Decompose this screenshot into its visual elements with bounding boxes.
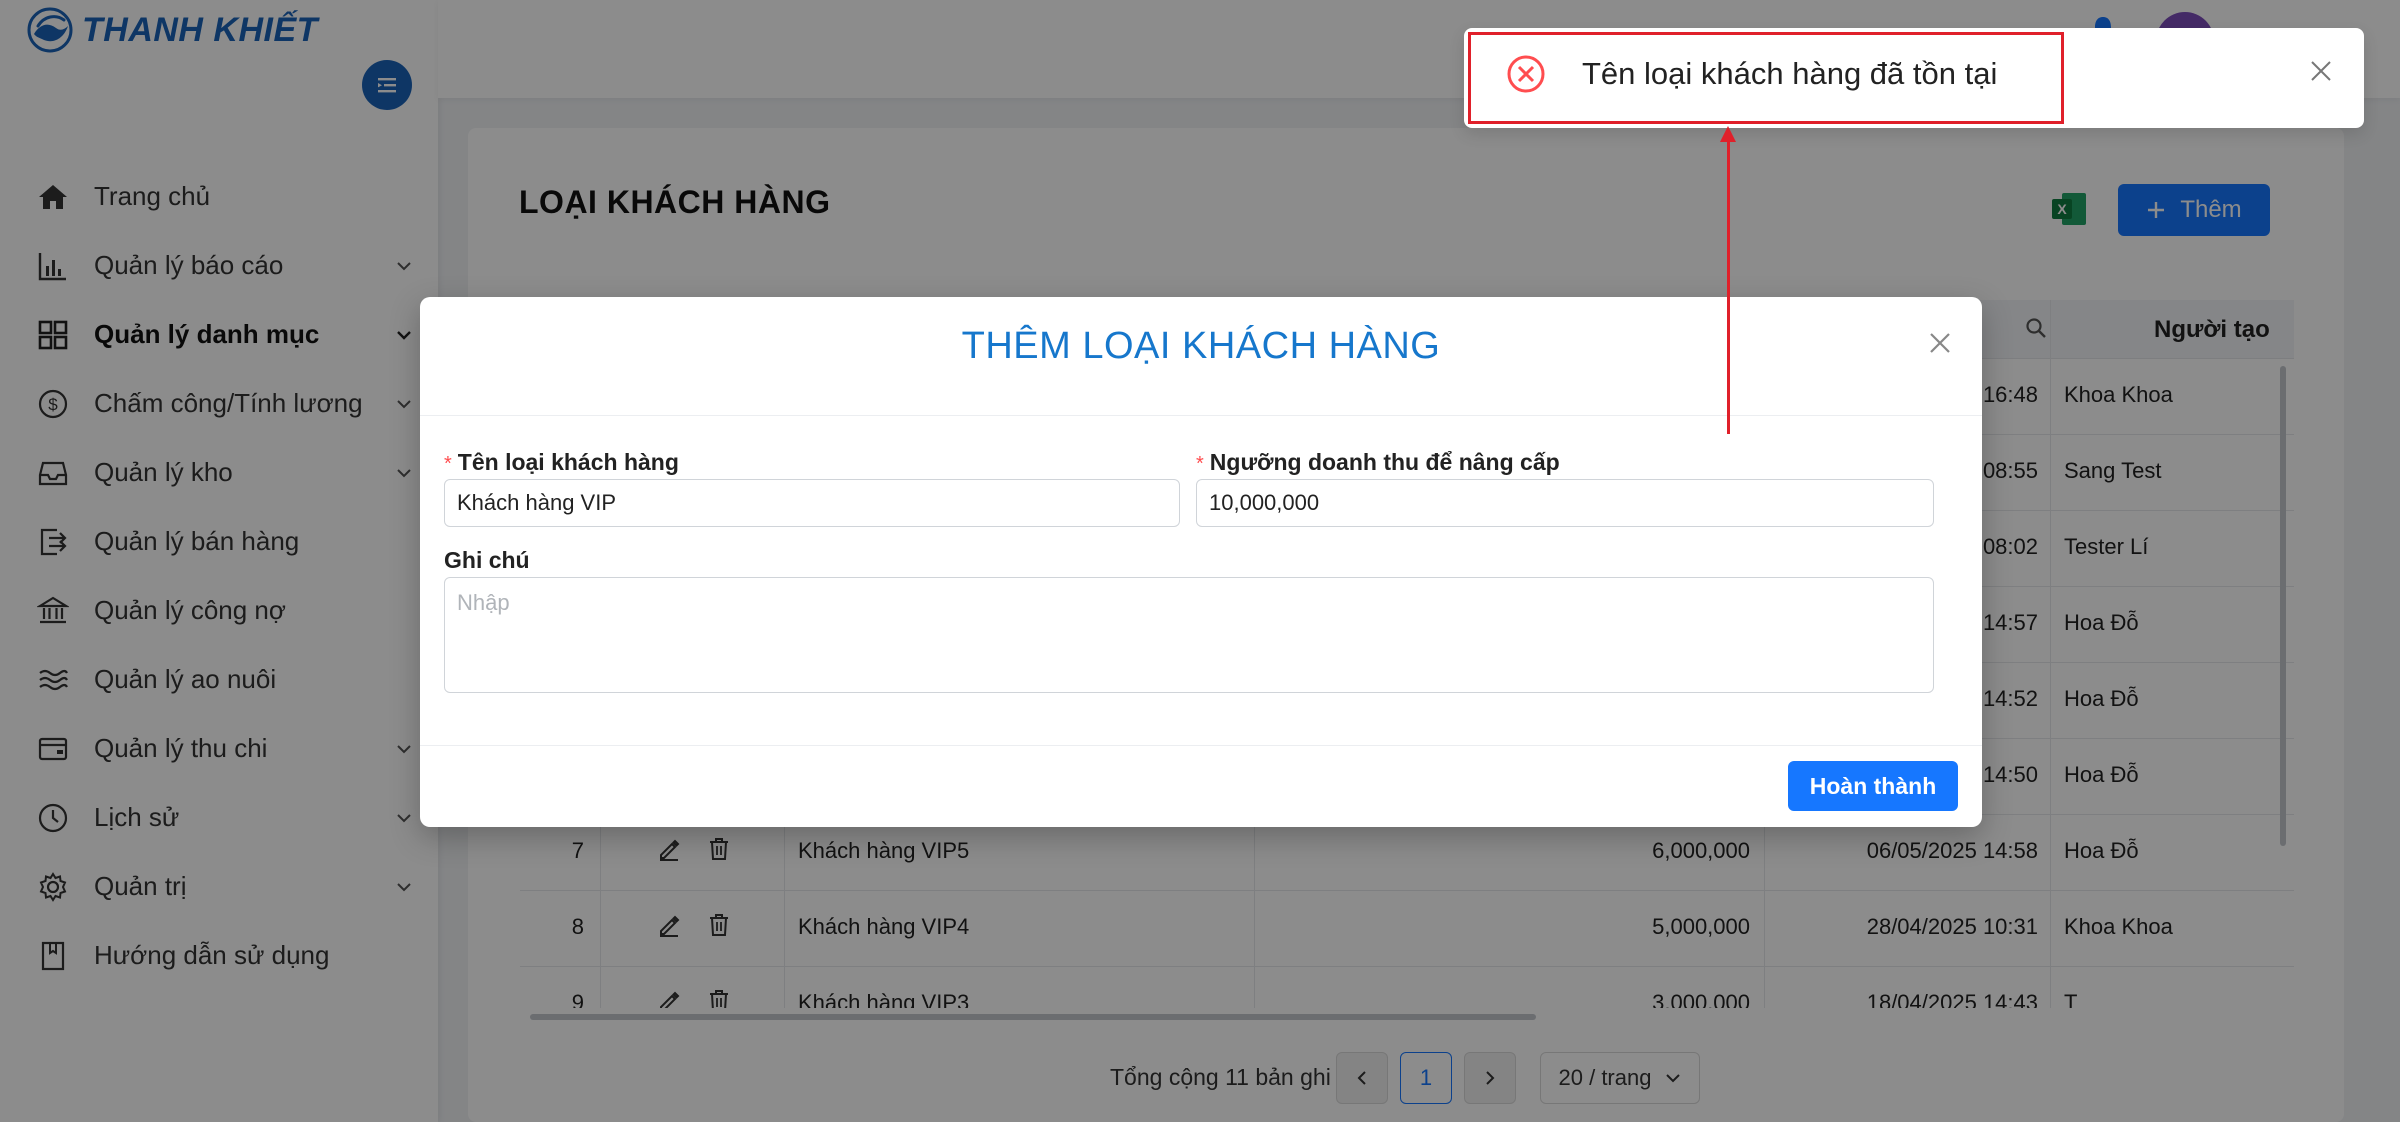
close-icon bbox=[1930, 333, 1950, 353]
toast-message: Tên loại khách hàng đã tồn tại bbox=[1582, 56, 1998, 91]
annotation-arrow-head bbox=[1720, 126, 1736, 142]
close-icon[interactable] bbox=[2308, 58, 2334, 84]
revenue-threshold-input[interactable] bbox=[1196, 479, 1934, 527]
annotation-arrow-line bbox=[1727, 138, 1730, 434]
required-mark: * bbox=[444, 453, 452, 475]
customer-type-name-input[interactable] bbox=[444, 479, 1180, 527]
threshold-field-label-text: Ngưỡng doanh thu để nâng cấp bbox=[1209, 449, 1560, 475]
modal-title: THÊM LOẠI KHÁCH HÀNG bbox=[961, 325, 1441, 367]
note-field-label: Ghi chú bbox=[444, 547, 530, 573]
error-circle-icon bbox=[1507, 55, 1545, 93]
threshold-field-label: * Ngưỡng doanh thu để nâng cấp bbox=[1196, 449, 1560, 476]
modal-divider bbox=[420, 745, 1982, 746]
name-field-label: * Tên loại khách hàng bbox=[444, 449, 679, 476]
add-customer-type-modal: THÊM LOẠI KHÁCH HÀNG * Tên loại khách hàn… bbox=[420, 297, 1982, 827]
name-field-label-text: Tên loại khách hàng bbox=[457, 449, 679, 475]
submit-button[interactable]: Hoàn thành bbox=[1788, 761, 1958, 811]
note-textarea[interactable] bbox=[444, 577, 1934, 693]
required-mark: * bbox=[1196, 453, 1204, 475]
modal-divider bbox=[420, 415, 1982, 416]
modal-close-button[interactable] bbox=[1922, 325, 1958, 361]
